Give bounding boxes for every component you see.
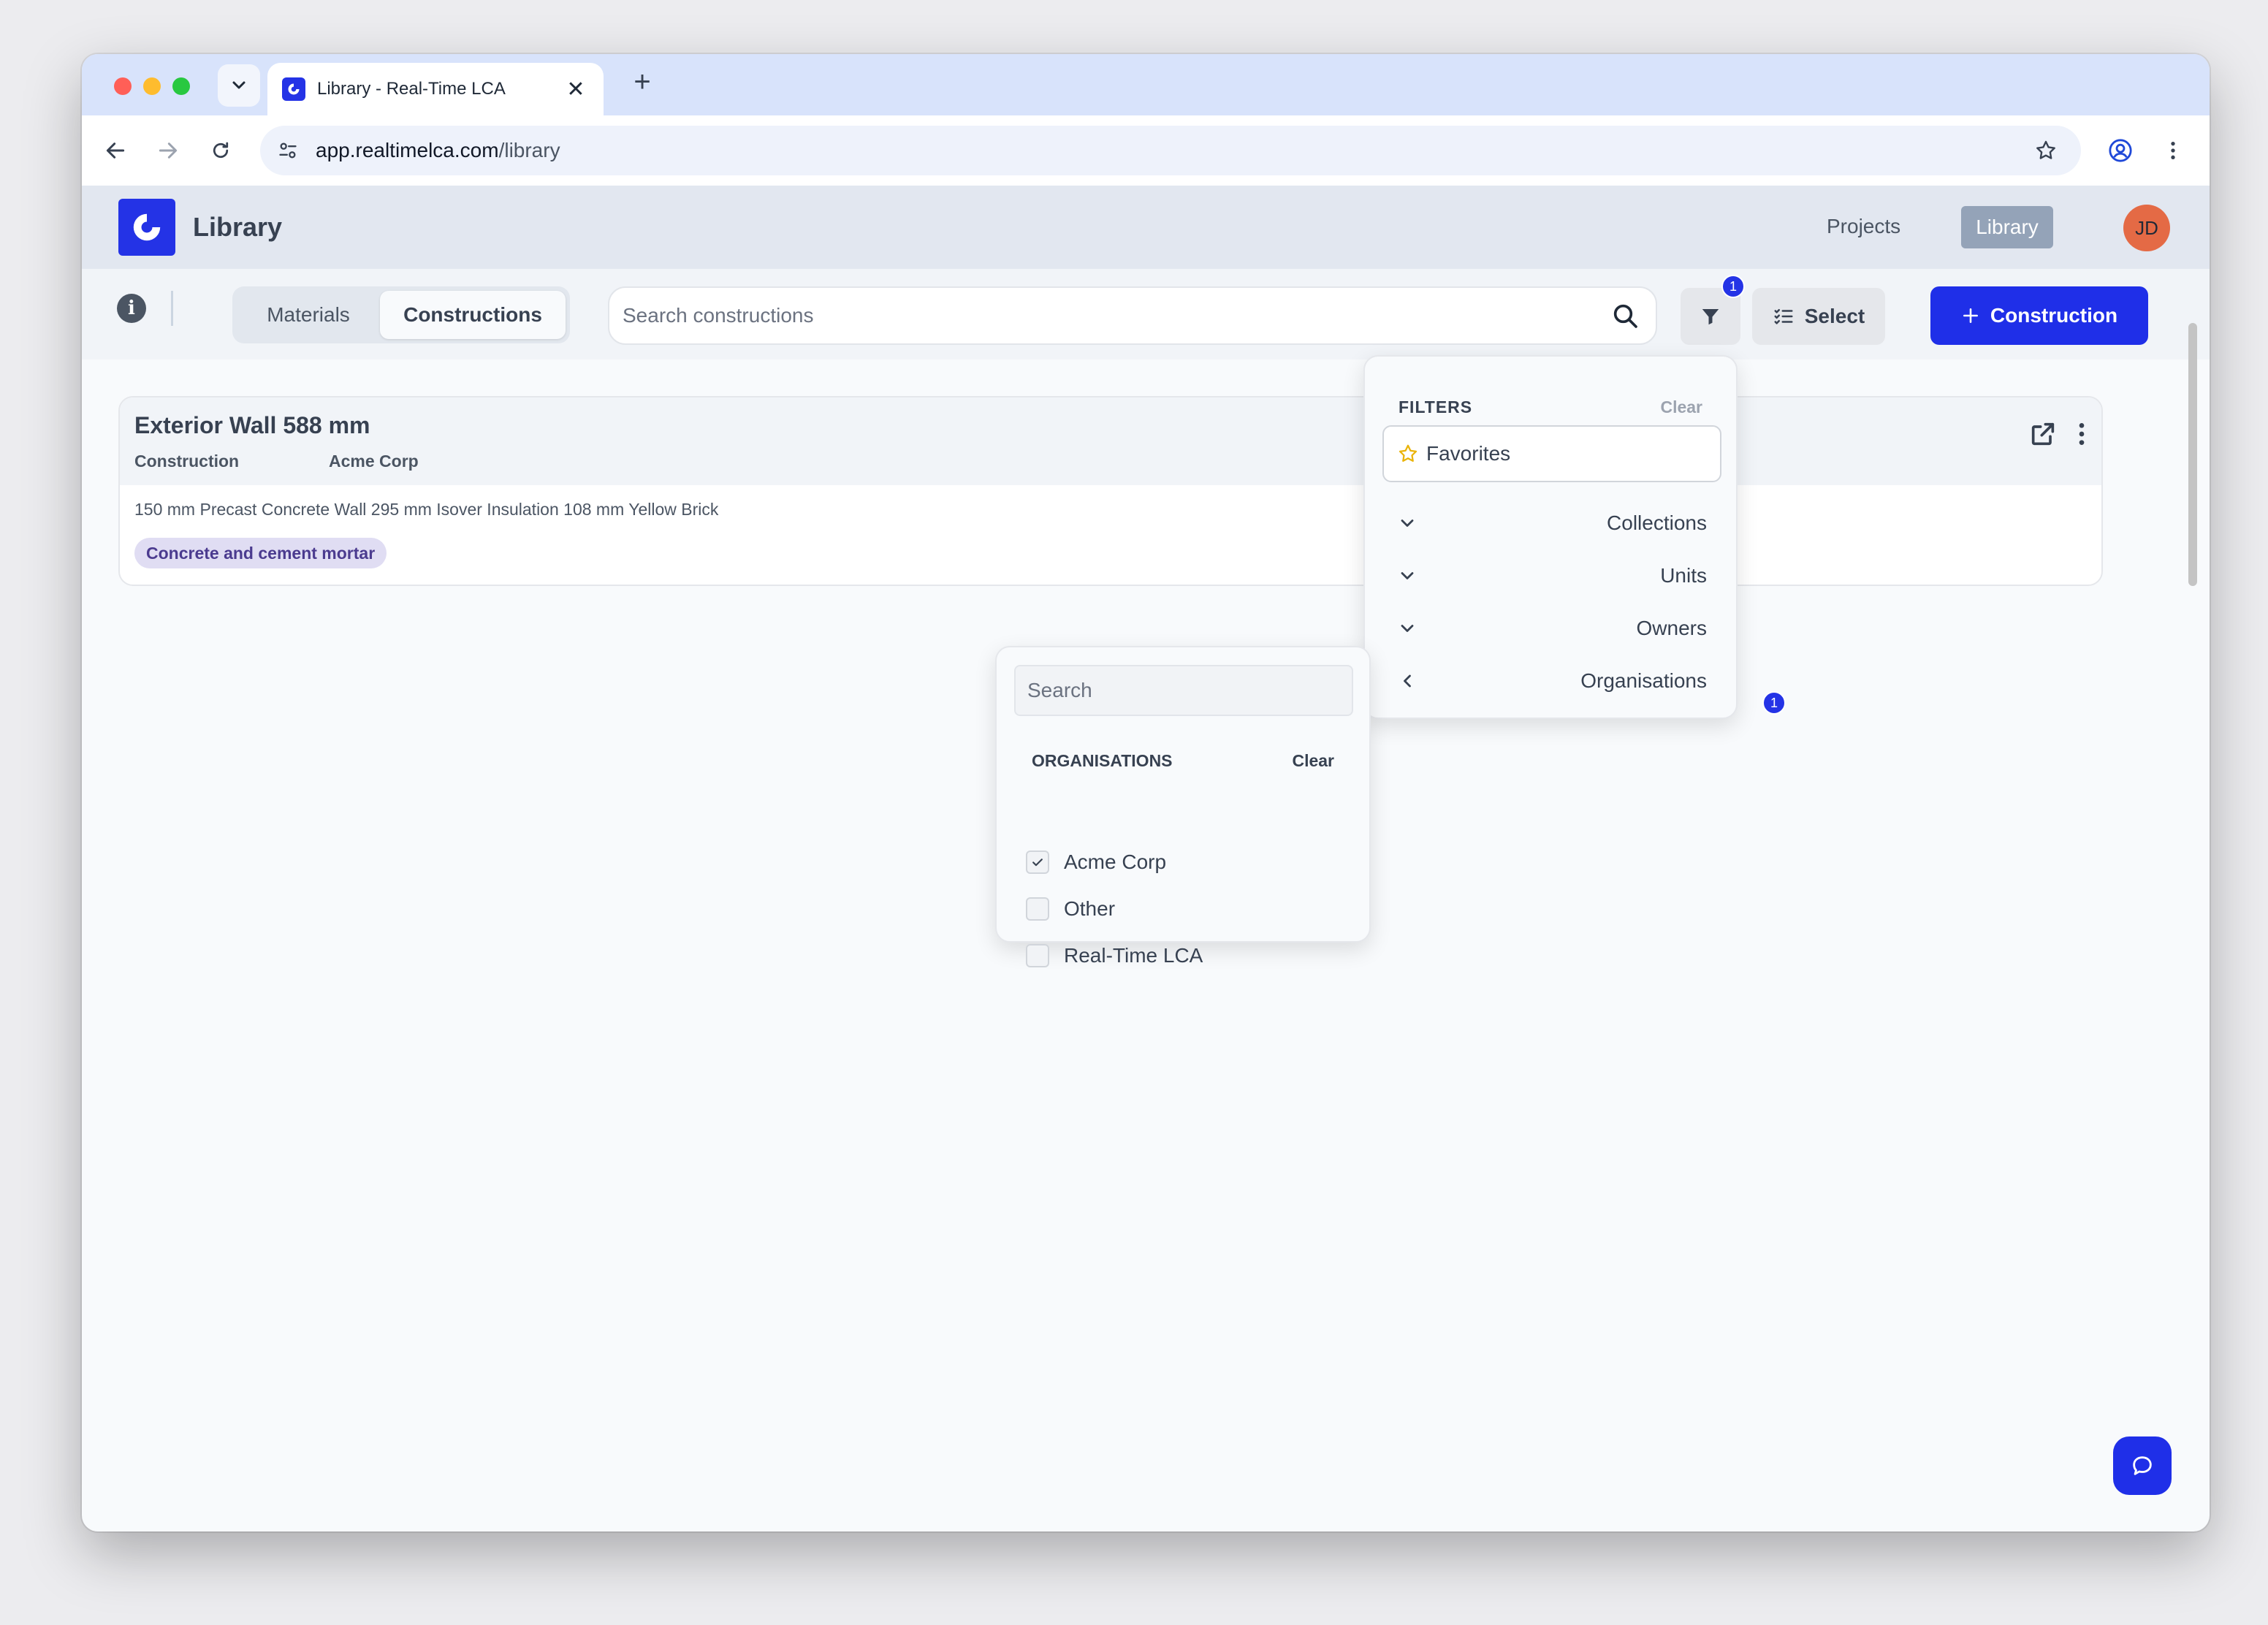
search-box bbox=[608, 286, 1657, 345]
maximize-window-button[interactable] bbox=[172, 77, 190, 95]
org-option-label: Other bbox=[1064, 897, 1116, 920]
card-header bbox=[120, 397, 2101, 485]
org-option-acme-corp[interactable]: Acme Corp bbox=[1026, 842, 1347, 883]
star-icon bbox=[2036, 140, 2055, 159]
app-logo-icon[interactable] bbox=[118, 199, 175, 256]
plus-icon bbox=[1963, 308, 1978, 323]
page-scrollbar[interactable] bbox=[2185, 269, 2201, 663]
site-settings-icon[interactable] bbox=[273, 136, 302, 165]
card-description: 150 mm Precast Concrete Wall 295 mm Isov… bbox=[134, 500, 719, 519]
organisations-heading: ORGANISATIONS bbox=[1032, 751, 1173, 770]
filter-collections[interactable]: Collections bbox=[1397, 501, 1707, 545]
checklist-icon bbox=[1774, 309, 1793, 324]
app-header: Library Projects Library JD bbox=[82, 186, 2210, 269]
org-option-real-time-lca[interactable]: Real-Time LCA bbox=[1026, 935, 1347, 976]
filter-organisations[interactable]: Organisations bbox=[1397, 659, 1707, 703]
chat-bubble-icon bbox=[2133, 1456, 2152, 1475]
card-type: Construction bbox=[134, 452, 240, 471]
new-tab-button[interactable]: + bbox=[624, 66, 661, 99]
app-favicon-icon bbox=[282, 77, 305, 101]
nav-library-link[interactable]: Library bbox=[1961, 206, 2053, 248]
favorites-toggle[interactable]: Favorites bbox=[1382, 425, 1721, 482]
search-icon[interactable] bbox=[1610, 301, 1640, 330]
org-option-label: Acme Corp bbox=[1064, 850, 1167, 873]
browser-tab-library[interactable]: Library - Real-Time LCA ✕ bbox=[267, 63, 604, 115]
filter-collections-label: Collections bbox=[1607, 511, 1707, 534]
filter-owners-label: Owners bbox=[1636, 617, 1707, 639]
minimize-window-button[interactable] bbox=[143, 77, 161, 95]
card-title: Exterior Wall 588 mm bbox=[134, 412, 370, 438]
library-type-toggle: Materials Constructions bbox=[232, 286, 570, 343]
library-toolbar: i Materials Constructions 1 Select Const… bbox=[82, 269, 2210, 359]
organisations-clear-button[interactable]: Clear bbox=[1292, 751, 1334, 771]
chevron-down-icon bbox=[232, 81, 246, 89]
filters-heading: FILTERS bbox=[1399, 397, 1473, 416]
scrollbar-thumb[interactable] bbox=[2188, 323, 2197, 586]
organisations-count-badge: 1 bbox=[1762, 691, 1786, 715]
reload-icon bbox=[213, 142, 229, 159]
chevron-down-icon bbox=[1401, 572, 1414, 579]
address-bar[interactable]: app.realtimelca.com/library bbox=[260, 126, 2081, 175]
checkbox-unchecked[interactable] bbox=[1026, 897, 1049, 921]
info-icon[interactable]: i bbox=[117, 294, 146, 323]
filter-organisations-label: Organisations bbox=[1580, 669, 1707, 692]
filter-owners[interactable]: Owners bbox=[1397, 606, 1707, 650]
browser-window: Library - Real-Time LCA ✕ + app.realtime… bbox=[82, 54, 2210, 1531]
close-tab-icon[interactable]: ✕ bbox=[563, 77, 589, 102]
tab-search-button[interactable] bbox=[218, 64, 260, 107]
account-circle-icon bbox=[2109, 139, 2132, 162]
reload-button[interactable] bbox=[203, 133, 238, 168]
filter-units-label: Units bbox=[1660, 564, 1707, 587]
filter-units[interactable]: Units bbox=[1397, 554, 1707, 598]
checkbox-checked[interactable] bbox=[1026, 850, 1049, 874]
add-construction-button[interactable]: Construction bbox=[1930, 286, 2148, 345]
organisations-search-input[interactable] bbox=[1014, 665, 1353, 716]
tab-constructions[interactable]: Constructions bbox=[380, 291, 566, 339]
url-path: /library bbox=[498, 139, 560, 161]
search-input[interactable] bbox=[623, 288, 1587, 343]
nav-projects-link[interactable]: Projects bbox=[1827, 215, 1900, 238]
arrow-right-icon bbox=[159, 142, 178, 159]
funnel-icon bbox=[1702, 309, 1719, 325]
add-construction-label: Construction bbox=[1990, 304, 2118, 327]
chat-support-button[interactable] bbox=[2113, 1436, 2172, 1495]
external-link-icon[interactable] bbox=[2028, 419, 2058, 449]
toolbar-divider bbox=[171, 291, 173, 326]
chevron-left-icon bbox=[1404, 674, 1411, 688]
close-window-button[interactable] bbox=[114, 77, 132, 95]
browser-menu-button[interactable] bbox=[2155, 133, 2191, 168]
more-vertical-icon bbox=[2171, 142, 2175, 159]
org-option-other[interactable]: Other bbox=[1026, 888, 1347, 929]
chevron-down-icon bbox=[1401, 625, 1414, 632]
check-icon bbox=[1032, 859, 1043, 867]
arrow-left-icon bbox=[106, 142, 125, 159]
checkbox-unchecked[interactable] bbox=[1026, 944, 1049, 967]
url-text: app.realtimelca.com/library bbox=[316, 139, 560, 162]
star-icon bbox=[1399, 444, 1418, 462]
page-title: Library bbox=[193, 212, 283, 242]
card-organisation: Acme Corp bbox=[329, 452, 419, 471]
url-host: app.realtimelca.com bbox=[316, 139, 499, 161]
tab-materials[interactable]: Materials bbox=[237, 291, 380, 339]
select-button[interactable]: Select bbox=[1752, 288, 1885, 345]
category-tag: Concrete and cement mortar bbox=[134, 538, 387, 568]
filters-clear-button[interactable]: Clear bbox=[1660, 397, 1702, 417]
profile-button[interactable] bbox=[2103, 133, 2138, 168]
filter-count-badge: 1 bbox=[1721, 275, 1745, 298]
forward-button[interactable] bbox=[151, 133, 186, 168]
chevron-down-icon bbox=[1401, 520, 1414, 527]
tab-title: Library - Real-Time LCA bbox=[317, 79, 506, 99]
construction-card[interactable]: Exterior Wall 588 mm Construction Acme C… bbox=[118, 396, 2103, 586]
organisations-submenu: ORGANISATIONS Clear Acme Corp Other Real… bbox=[995, 646, 1371, 967]
user-avatar[interactable]: JD bbox=[2123, 205, 2170, 251]
org-option-label: Real-Time LCA bbox=[1064, 944, 1203, 967]
back-button[interactable] bbox=[98, 133, 133, 168]
select-label: Select bbox=[1804, 305, 1865, 327]
more-vertical-icon[interactable] bbox=[2071, 419, 2093, 449]
tab-strip: Library - Real-Time LCA ✕ + bbox=[82, 54, 2210, 115]
filters-dropdown: FILTERS Clear Favorites Collections Unit… bbox=[1363, 355, 1738, 719]
browser-toolbar: app.realtimelca.com/library bbox=[82, 115, 2210, 186]
bookmark-button[interactable] bbox=[2028, 133, 2063, 168]
favorites-label: Favorites bbox=[1426, 442, 1511, 465]
